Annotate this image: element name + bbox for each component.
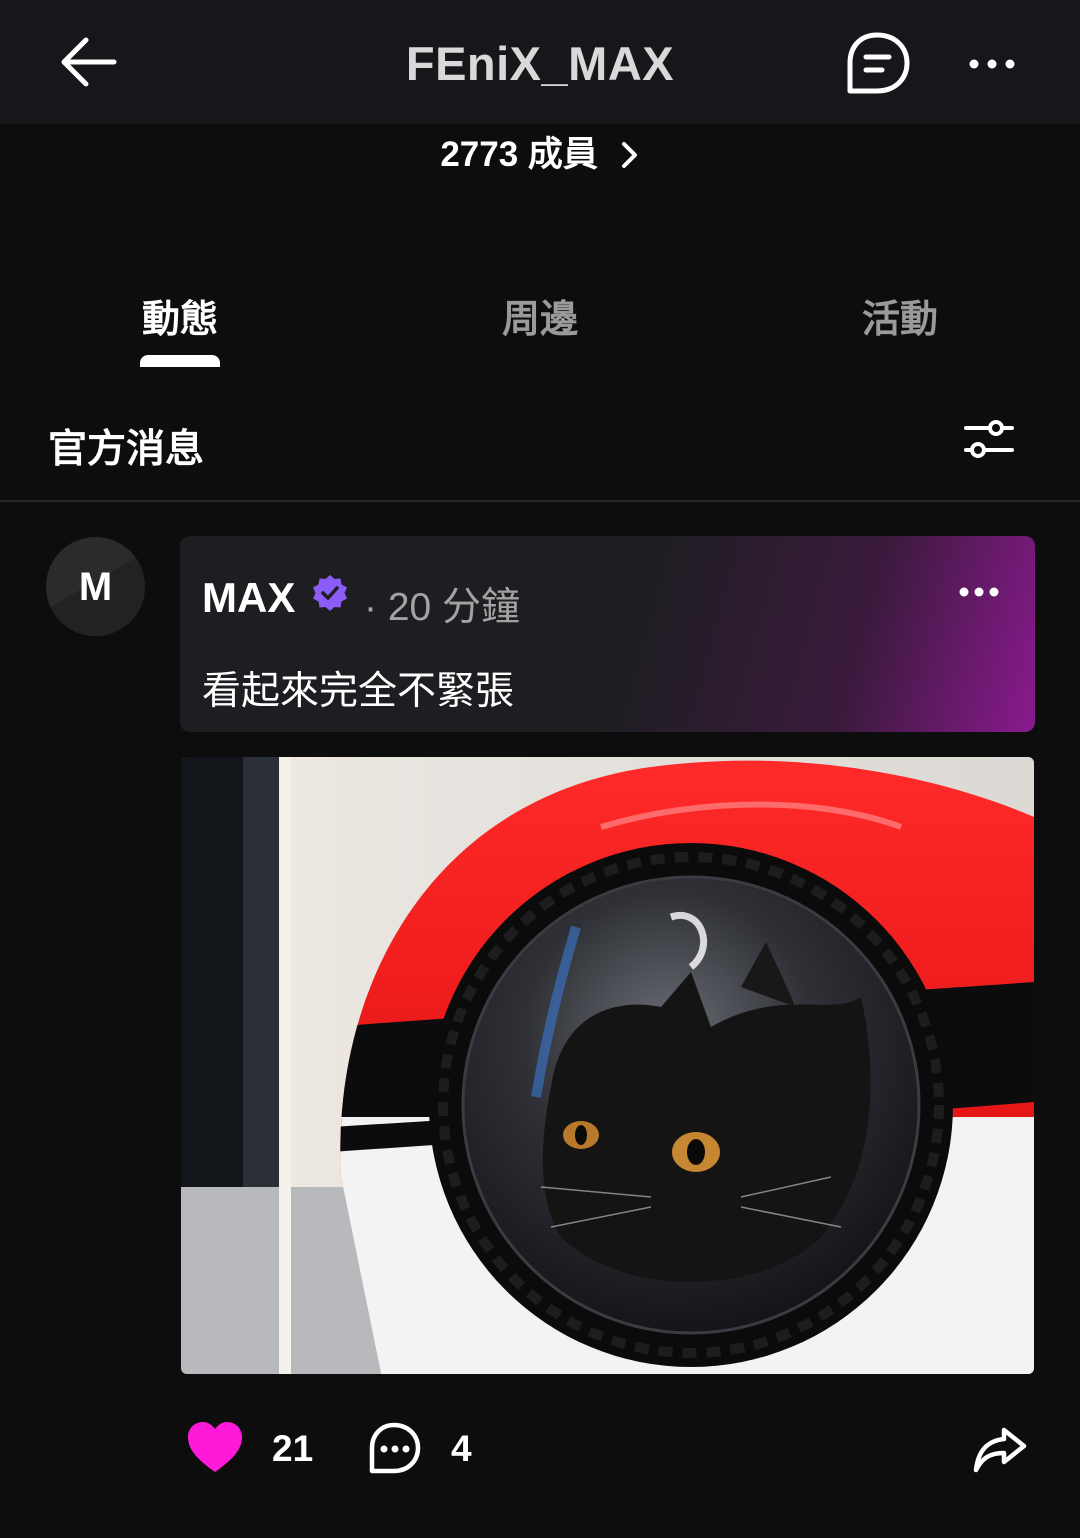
more-horizontal-icon [969,59,1015,69]
comment-count: 4 [451,1428,472,1469]
tab-feed[interactable]: 動態 [80,288,280,343]
sliders-icon [964,420,1014,458]
verified-badge-icon [313,575,347,611]
members-count: 2773 成員 [440,135,598,174]
section-title: 官方消息 [48,428,205,471]
members-link[interactable]: 2773 成員 [0,126,1080,177]
section-divider [0,500,1080,502]
more-horizontal-icon [959,587,999,597]
chat-button[interactable] [842,30,912,98]
post-author[interactable]: MAX [202,574,295,622]
comment-button[interactable] [367,1422,421,1476]
tab-events[interactable]: 活動 [800,288,1000,343]
cat-carrier-photo [181,757,1034,1374]
like-button[interactable] [186,1420,244,1476]
comment-bubble-icon [369,1422,421,1474]
post-text: 看起來完全不緊張 [202,670,515,713]
top-bar: FEniX_MAX [0,0,1080,124]
page-title: FEniX_MAX [405,37,675,90]
more-options-button[interactable] [962,46,1022,82]
chevron-right-icon [621,142,637,168]
avatar[interactable]: M [46,537,145,636]
heart-icon [188,1422,242,1472]
post-image[interactable] [181,757,1034,1374]
community-page: FEniX_MAX 2773 成員 動態 周邊 活動 官方消息 M MAX · … [0,0,1080,1538]
post-more-button[interactable] [956,582,1002,602]
share-button[interactable] [972,1424,1028,1474]
avatar-letter: M [78,565,113,609]
like-count: 21 [272,1428,314,1469]
post-message-card[interactable]: MAX · 20 分鐘 看起來完全不緊張 [180,536,1035,732]
share-arrow-icon [973,1427,1027,1473]
active-tab-indicator [140,355,220,367]
post-timestamp: · 20 分鐘 [364,586,521,629]
filter-button[interactable] [960,414,1018,464]
chat-bubble-icon [847,32,910,94]
tab-merch[interactable]: 周邊 [440,288,640,343]
